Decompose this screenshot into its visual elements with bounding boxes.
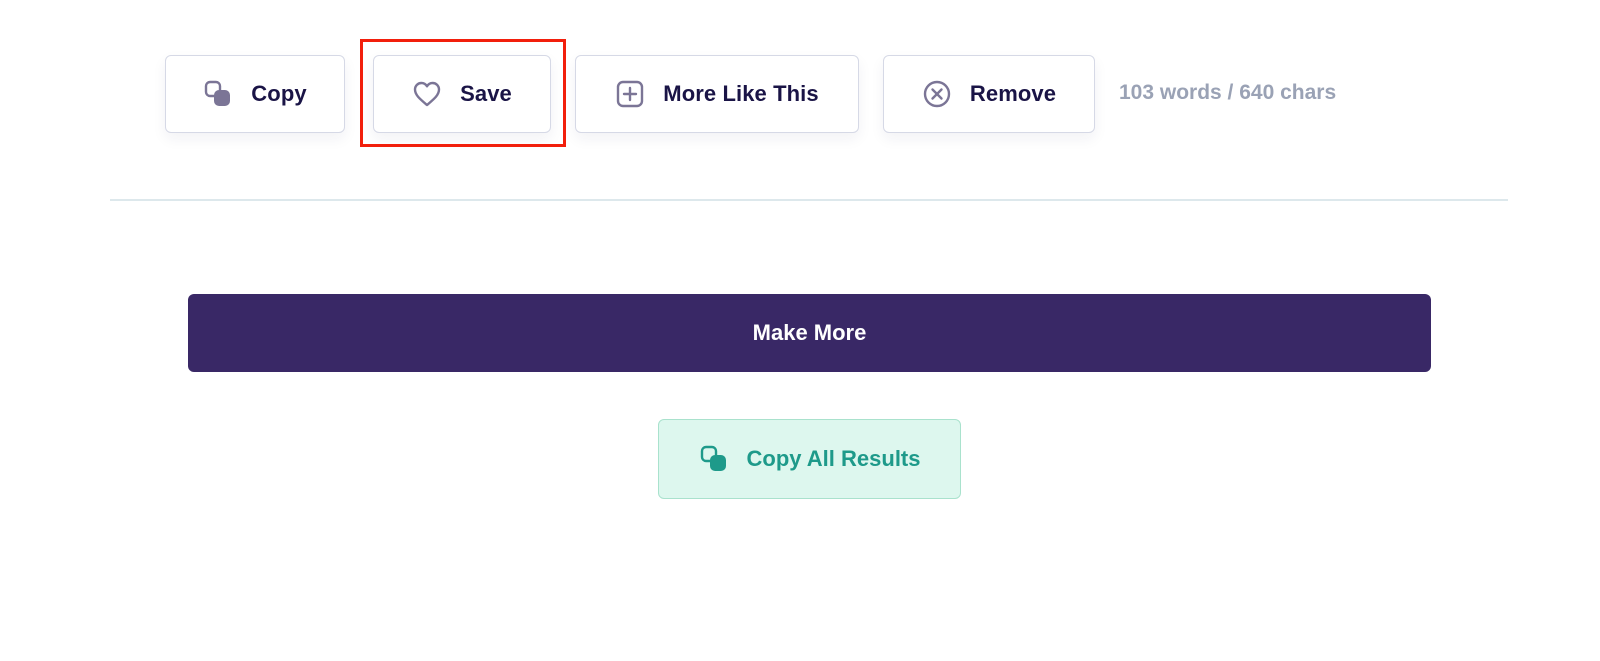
section-divider [110, 199, 1508, 201]
word-char-count: 103 words / 640 chars [1119, 81, 1337, 104]
remove-button[interactable]: Remove [883, 55, 1095, 133]
result-actions-page: Copy Save More Like This Remove 103 word… [0, 0, 1600, 661]
plus-square-icon [615, 79, 645, 109]
copy-button[interactable]: Copy [165, 55, 345, 133]
copy-all-results-button[interactable]: Copy All Results [658, 419, 961, 499]
copy-all-results-label: Copy All Results [746, 446, 921, 471]
make-more-label: Make More [752, 320, 867, 345]
more-like-this-label: More Like This [663, 81, 819, 106]
copy-icon [203, 79, 233, 109]
close-circle-icon [922, 79, 952, 109]
save-highlight-outline [360, 39, 566, 147]
make-more-button[interactable]: Make More [188, 294, 1431, 372]
more-like-this-button[interactable]: More Like This [575, 55, 859, 133]
copy-button-label: Copy [251, 81, 307, 106]
remove-button-label: Remove [969, 81, 1057, 106]
copy-icon [699, 444, 729, 474]
